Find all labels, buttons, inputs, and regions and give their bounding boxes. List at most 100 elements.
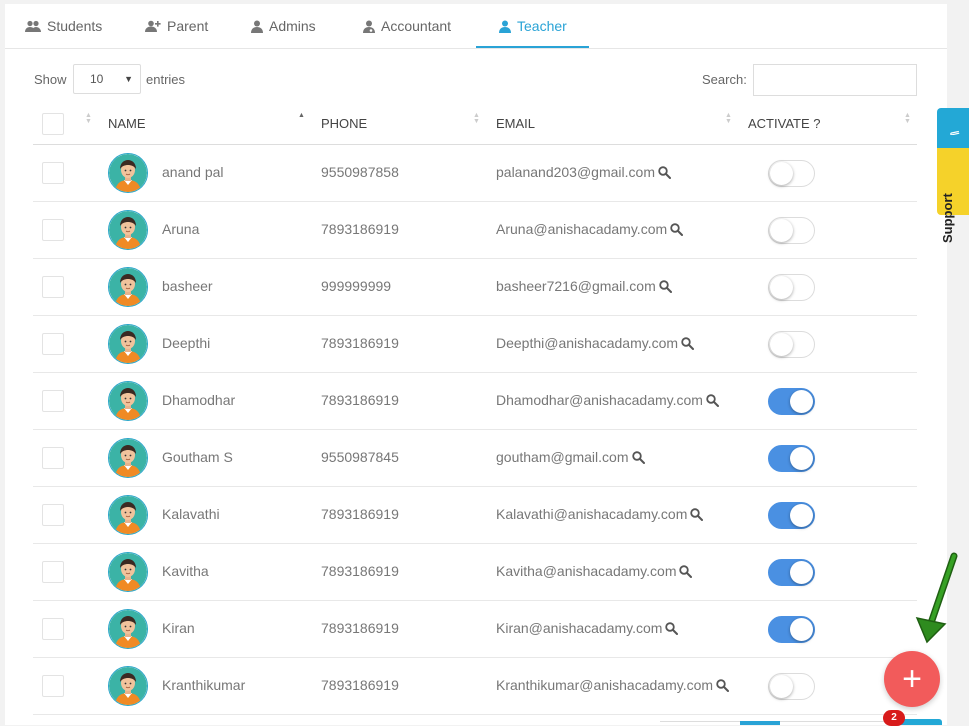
column-header-phone[interactable]: PHONE xyxy=(321,116,367,131)
pagination-current-page[interactable] xyxy=(740,721,780,725)
teacher-phone: 9550987845 xyxy=(321,449,399,465)
activate-toggle[interactable] xyxy=(768,160,815,187)
row-checkbox[interactable] xyxy=(42,675,64,697)
sort-icon[interactable]: ▲ ▼ xyxy=(473,112,480,125)
select-all-checkbox[interactable] xyxy=(42,113,64,135)
support-tab[interactable]: Support xyxy=(937,148,969,243)
support-label: Support xyxy=(940,193,955,243)
teacher-email: Kavitha@anishacadamy.com xyxy=(496,563,677,579)
row-checkbox[interactable] xyxy=(42,162,64,184)
teacher-phone: 7893186919 xyxy=(321,506,399,522)
toggle-knob xyxy=(770,333,793,356)
avatar xyxy=(108,609,148,649)
tab-label: Students xyxy=(47,18,103,34)
row-checkbox[interactable] xyxy=(42,276,64,298)
email-cell: Deepthi@anishacadamy.com xyxy=(496,335,695,353)
support-book-button[interactable] xyxy=(937,108,969,148)
tab-label: Admins xyxy=(269,18,316,34)
search-icon[interactable] xyxy=(631,451,645,467)
teacher-name: basheer xyxy=(162,278,213,294)
green-arrow-annotation xyxy=(915,552,958,644)
toggle-knob xyxy=(790,504,813,527)
column-header-activate[interactable]: ACTIVATE ? xyxy=(748,116,820,131)
sort-icon[interactable]: ▲ ▼ xyxy=(904,112,911,125)
search-icon[interactable] xyxy=(670,223,684,239)
activate-toggle[interactable] xyxy=(768,673,815,700)
table-row: anand pal 9550987858 palanand203@gmail.com xyxy=(33,145,917,202)
table-row: Kranthikumar 7893186919 Kranthikumar@anish… xyxy=(33,658,917,715)
teacher-email: goutham@gmail.com xyxy=(496,449,629,465)
email-cell: goutham@gmail.com xyxy=(496,449,645,467)
entries-length-value: 10 xyxy=(90,72,104,86)
row-checkbox[interactable] xyxy=(42,219,64,241)
teacher-name: Kranthikumar xyxy=(162,677,246,693)
teacher-phone: 999999999 xyxy=(321,278,392,294)
teacher-name: Goutham S xyxy=(162,449,233,465)
user-icon xyxy=(251,20,263,33)
activate-toggle[interactable] xyxy=(768,274,815,301)
row-checkbox[interactable] xyxy=(42,333,64,355)
teacher-name: Deepthi xyxy=(162,335,211,351)
table-row: Dhamodhar 7893186919 Dhamodhar@anishacadam… xyxy=(33,373,917,430)
teacher-name: Kalavathi xyxy=(162,506,220,522)
activate-toggle[interactable] xyxy=(768,388,815,415)
teacher-name: Dhamodhar xyxy=(162,392,236,408)
search-icon[interactable] xyxy=(665,622,679,638)
activate-toggle[interactable] xyxy=(768,217,815,244)
toggle-knob xyxy=(770,675,793,698)
teacher-name: Aruna xyxy=(162,221,200,237)
pagination xyxy=(660,721,900,726)
activate-toggle[interactable] xyxy=(768,559,815,586)
book-icon xyxy=(947,121,960,135)
tab-admins[interactable]: Admins xyxy=(251,4,316,48)
search-icon[interactable] xyxy=(716,679,730,695)
tab-accountant[interactable]: Accountant xyxy=(363,4,451,48)
search-input[interactable] xyxy=(753,64,917,96)
search-icon[interactable] xyxy=(679,565,693,581)
activate-toggle[interactable] xyxy=(768,616,815,643)
row-checkbox[interactable] xyxy=(42,390,64,412)
column-header-name[interactable]: NAME xyxy=(108,116,146,131)
sort-icon[interactable]: ▲ ▼ xyxy=(725,112,732,125)
caret-down-icon: ▼ xyxy=(124,74,133,84)
support-widget[interactable]: Support xyxy=(937,108,969,243)
search-icon[interactable] xyxy=(706,394,719,410)
toggle-knob xyxy=(790,561,813,584)
notification-badge: 2 xyxy=(883,710,905,726)
tab-parent[interactable]: Parent xyxy=(145,4,208,48)
row-checkbox[interactable] xyxy=(42,447,64,469)
tab-students[interactable]: Students xyxy=(25,4,102,48)
search-icon[interactable] xyxy=(681,337,695,353)
row-checkbox[interactable] xyxy=(42,561,64,583)
column-header-email[interactable]: EMAIL xyxy=(496,116,535,131)
toggle-knob xyxy=(790,618,813,641)
add-teacher-button[interactable]: + xyxy=(884,651,940,707)
activate-toggle[interactable] xyxy=(768,502,815,529)
table-row: Kiran 7893186919 Kiran@anishacadamy.com xyxy=(33,601,917,658)
teachers-table: ▲ ▼ NAME ▲ PHONE ▲ ▼ EMAIL ▲ ▼ ACTIVATE ? ▲… xyxy=(33,104,917,715)
email-cell: Kiran@anishacadamy.com xyxy=(496,620,679,638)
active-tab-indicator xyxy=(476,46,589,48)
row-checkbox[interactable] xyxy=(42,504,64,526)
tab-teacher[interactable]: Teacher xyxy=(499,4,567,48)
teacher-phone: 7893186919 xyxy=(321,335,399,351)
toggle-knob xyxy=(790,390,813,413)
tab-label: Teacher xyxy=(517,18,567,34)
table-row: basheer 999999999 basheer7216@gmail.com xyxy=(33,259,917,316)
sort-icon[interactable]: ▲ ▼ xyxy=(85,112,92,125)
search-icon[interactable] xyxy=(690,508,704,524)
teacher-email: Aruna@anishacadamy.com xyxy=(496,221,668,237)
sort-asc-icon[interactable]: ▲ xyxy=(298,112,305,125)
avatar xyxy=(108,210,148,250)
teacher-email: palanand203@gmail.com xyxy=(496,164,655,180)
search-icon[interactable] xyxy=(659,280,672,296)
entries-length-select[interactable]: 10 ▼ xyxy=(73,64,141,94)
table-row: Aruna 7893186919 Aruna@anishacadamy.com xyxy=(33,202,917,259)
teacher-email: Kranthikumar@anishacadamy.com xyxy=(496,677,714,693)
search-icon[interactable] xyxy=(658,166,671,182)
activate-toggle[interactable] xyxy=(768,331,815,358)
row-checkbox[interactable] xyxy=(42,618,64,640)
teacher-email: Deepthi@anishacadamy.com xyxy=(496,335,679,351)
avatar xyxy=(108,495,148,535)
activate-toggle[interactable] xyxy=(768,445,815,472)
